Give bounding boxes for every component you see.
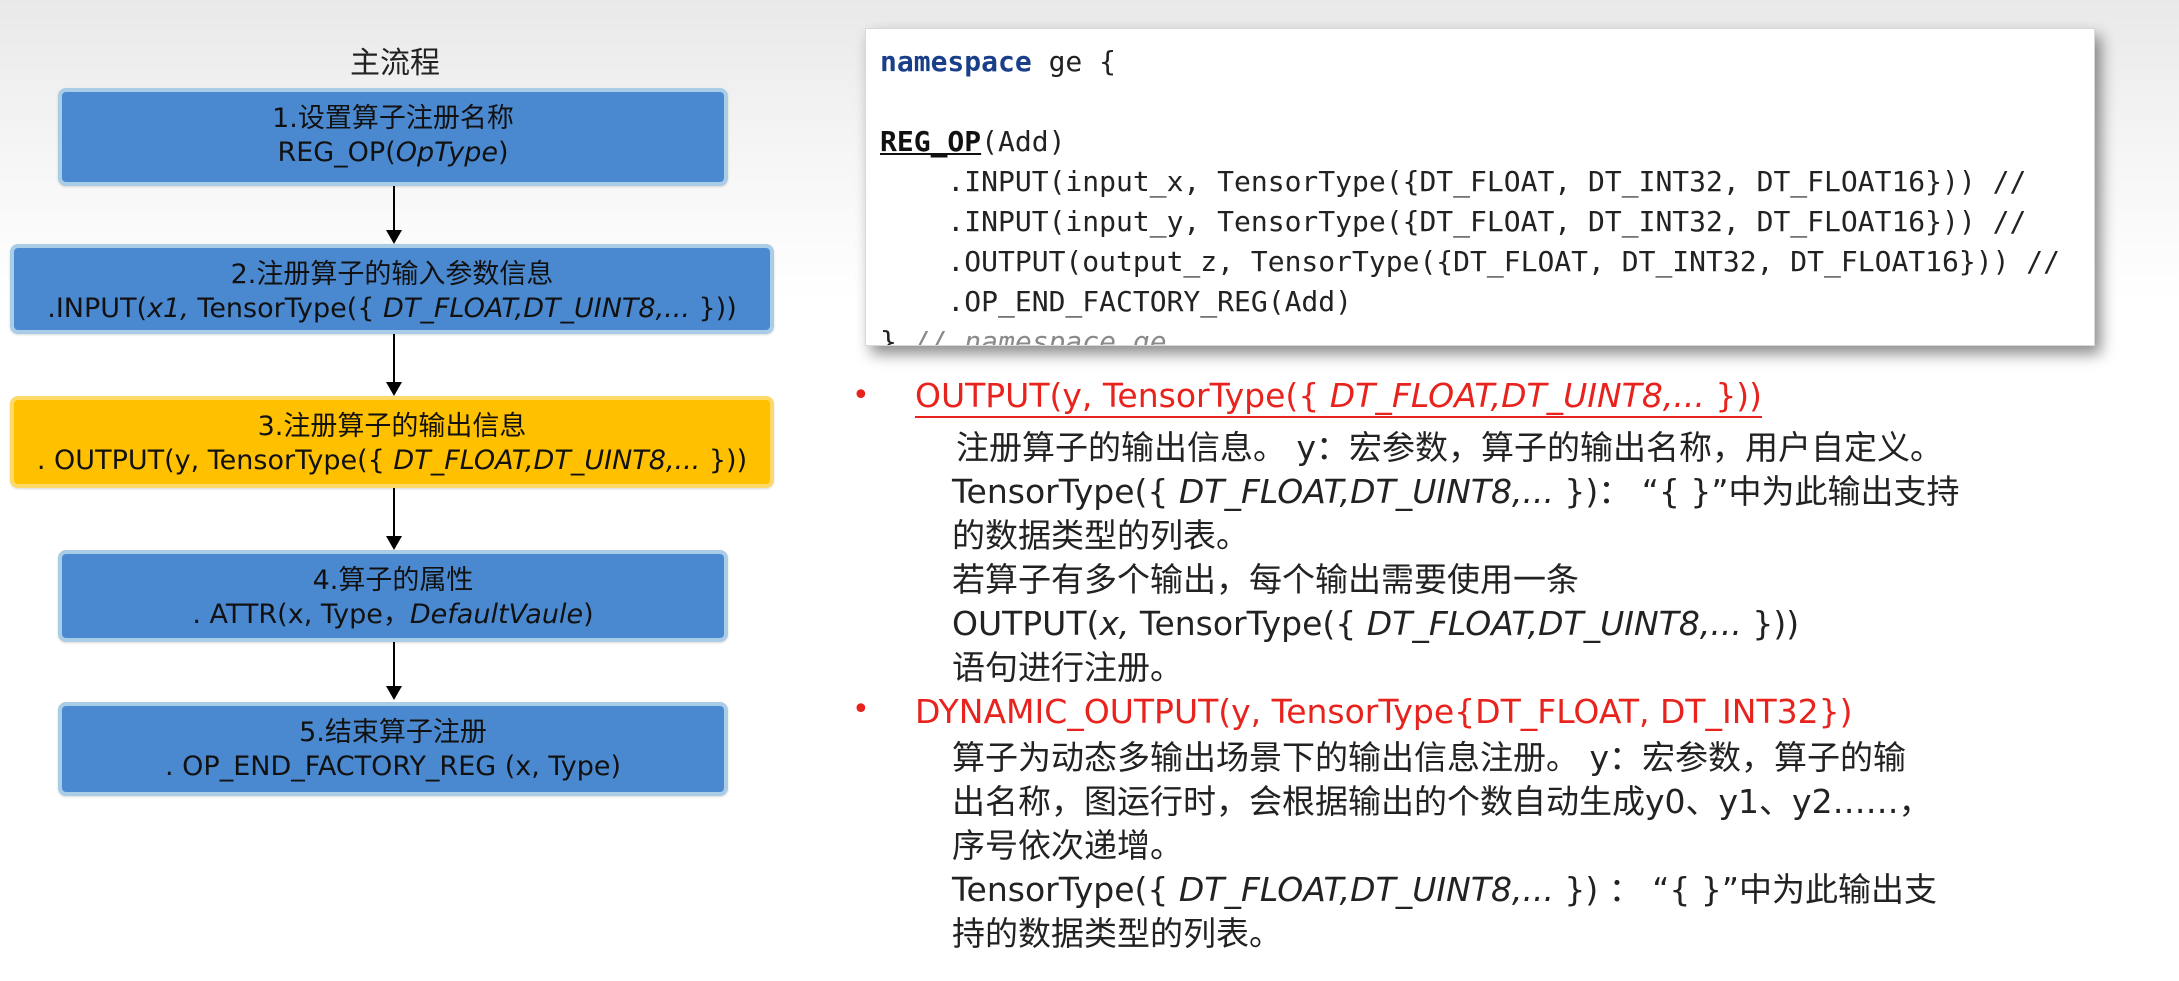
arrow-2-head bbox=[386, 382, 402, 396]
step-3-title: 3.注册算子的输出信息 bbox=[257, 411, 527, 442]
bullet-1-marker: • bbox=[852, 378, 870, 413]
code-line-close: } // namespace ge bbox=[880, 325, 1167, 346]
arrow-1 bbox=[393, 186, 395, 230]
flow-step-3: 3.注册算子的输出信息 . OUTPUT(y, TensorType({ DT_… bbox=[10, 396, 774, 488]
step-5-title: 5.结束算子注册 bbox=[299, 717, 487, 748]
step-1-code: REG_OP(OpType) bbox=[277, 137, 509, 168]
flow-step-1: 1.设置算子注册名称 REG_OP(OpType) bbox=[58, 88, 728, 186]
code-line-end-reg: .OP_END_FACTORY_REG(Add) bbox=[880, 285, 1353, 318]
bullet-2-heading: DYNAMIC_OUTPUT(y, TensorType{DT_FLOAT, D… bbox=[915, 692, 1853, 731]
arrow-3 bbox=[393, 488, 395, 536]
bullet-1-line-5: OUTPUT(x, TensorType({ DT_FLOAT,DT_UINT8… bbox=[952, 604, 1800, 643]
step-4-title: 4.算子的属性 bbox=[312, 565, 474, 596]
flow-step-2: 2.注册算子的输入参数信息 .INPUT(x1, TensorType({ DT… bbox=[10, 244, 774, 334]
code-line-input-x: .INPUT(input_x, TensorType({DT_FLOAT, DT… bbox=[880, 165, 2027, 198]
step-2-title: 2.注册算子的输入参数信息 bbox=[230, 259, 554, 290]
bullet-2-line-2: 出名称，图运行时，会根据输出的个数自动生成y0、y1、y2……， bbox=[952, 782, 1932, 821]
bullet-1-line-3: 的数据类型的列表。 bbox=[952, 516, 1249, 555]
step-2-code: .INPUT(x1, TensorType({ DT_FLOAT,DT_UINT… bbox=[47, 293, 737, 324]
bullet-1-line-6: 语句进行注册。 bbox=[952, 648, 1183, 687]
arrow-3-head bbox=[386, 536, 402, 550]
step-5-code: . OP_END_FACTORY_REG (x, Type) bbox=[165, 751, 621, 782]
bullet-1-line-2: TensorType({ DT_FLOAT,DT_UINT8,... })： “… bbox=[952, 472, 1960, 511]
arrow-4 bbox=[393, 642, 395, 686]
bullet-2-line-5: 持的数据类型的列表。 bbox=[952, 914, 1282, 953]
arrow-4-head bbox=[386, 686, 402, 700]
code-line-namespace: namespace ge { bbox=[880, 45, 1117, 78]
arrow-1-head bbox=[386, 230, 402, 244]
code-snippet: namespace ge { REG_OP(Add) .INPUT(input_… bbox=[865, 28, 2095, 346]
code-line-reg-op: REG_OP(Add) bbox=[880, 125, 1066, 158]
code-line-output-z: .OUTPUT(output_z, TensorType({DT_FLOAT, … bbox=[880, 245, 2061, 278]
flow-step-5: 5.结束算子注册 . OP_END_FACTORY_REG (x, Type) bbox=[58, 702, 728, 796]
bullet-1-heading: OUTPUT(y, TensorType({ DT_FLOAT,DT_UINT8… bbox=[915, 376, 1763, 418]
step-3-code: . OUTPUT(y, TensorType({ DT_FLOAT,DT_UIN… bbox=[36, 445, 748, 476]
bullet-1-line-4: 若算子有多个输出，每个输出需要使用一条 bbox=[952, 560, 1579, 599]
flow-step-4: 4.算子的属性 . ATTR(x, Type，DefaultVaule) bbox=[58, 550, 728, 642]
arrow-2 bbox=[393, 334, 395, 382]
bullet-1-line-1: 注册算子的输出信息。 y：宏参数，算子的输出名称，用户自定义。 bbox=[956, 428, 1944, 467]
step-1-title: 1.设置算子注册名称 bbox=[272, 103, 514, 134]
step-4-code: . ATTR(x, Type，DefaultVaule) bbox=[192, 599, 594, 630]
flow-title: 主流程 bbox=[350, 46, 440, 81]
bullet-2-line-3: 序号依次递增。 bbox=[952, 826, 1183, 865]
bullet-2-line-4: TensorType({ DT_FLOAT,DT_UINT8,... }) ： … bbox=[952, 870, 1937, 909]
code-line-input-y: .INPUT(input_y, TensorType({DT_FLOAT, DT… bbox=[880, 205, 2027, 238]
bullet-2-marker: • bbox=[852, 692, 870, 727]
bullet-2-line-1: 算子为动态多输出场景下的输出信息注册。 y：宏参数，算子的输 bbox=[952, 738, 1907, 777]
